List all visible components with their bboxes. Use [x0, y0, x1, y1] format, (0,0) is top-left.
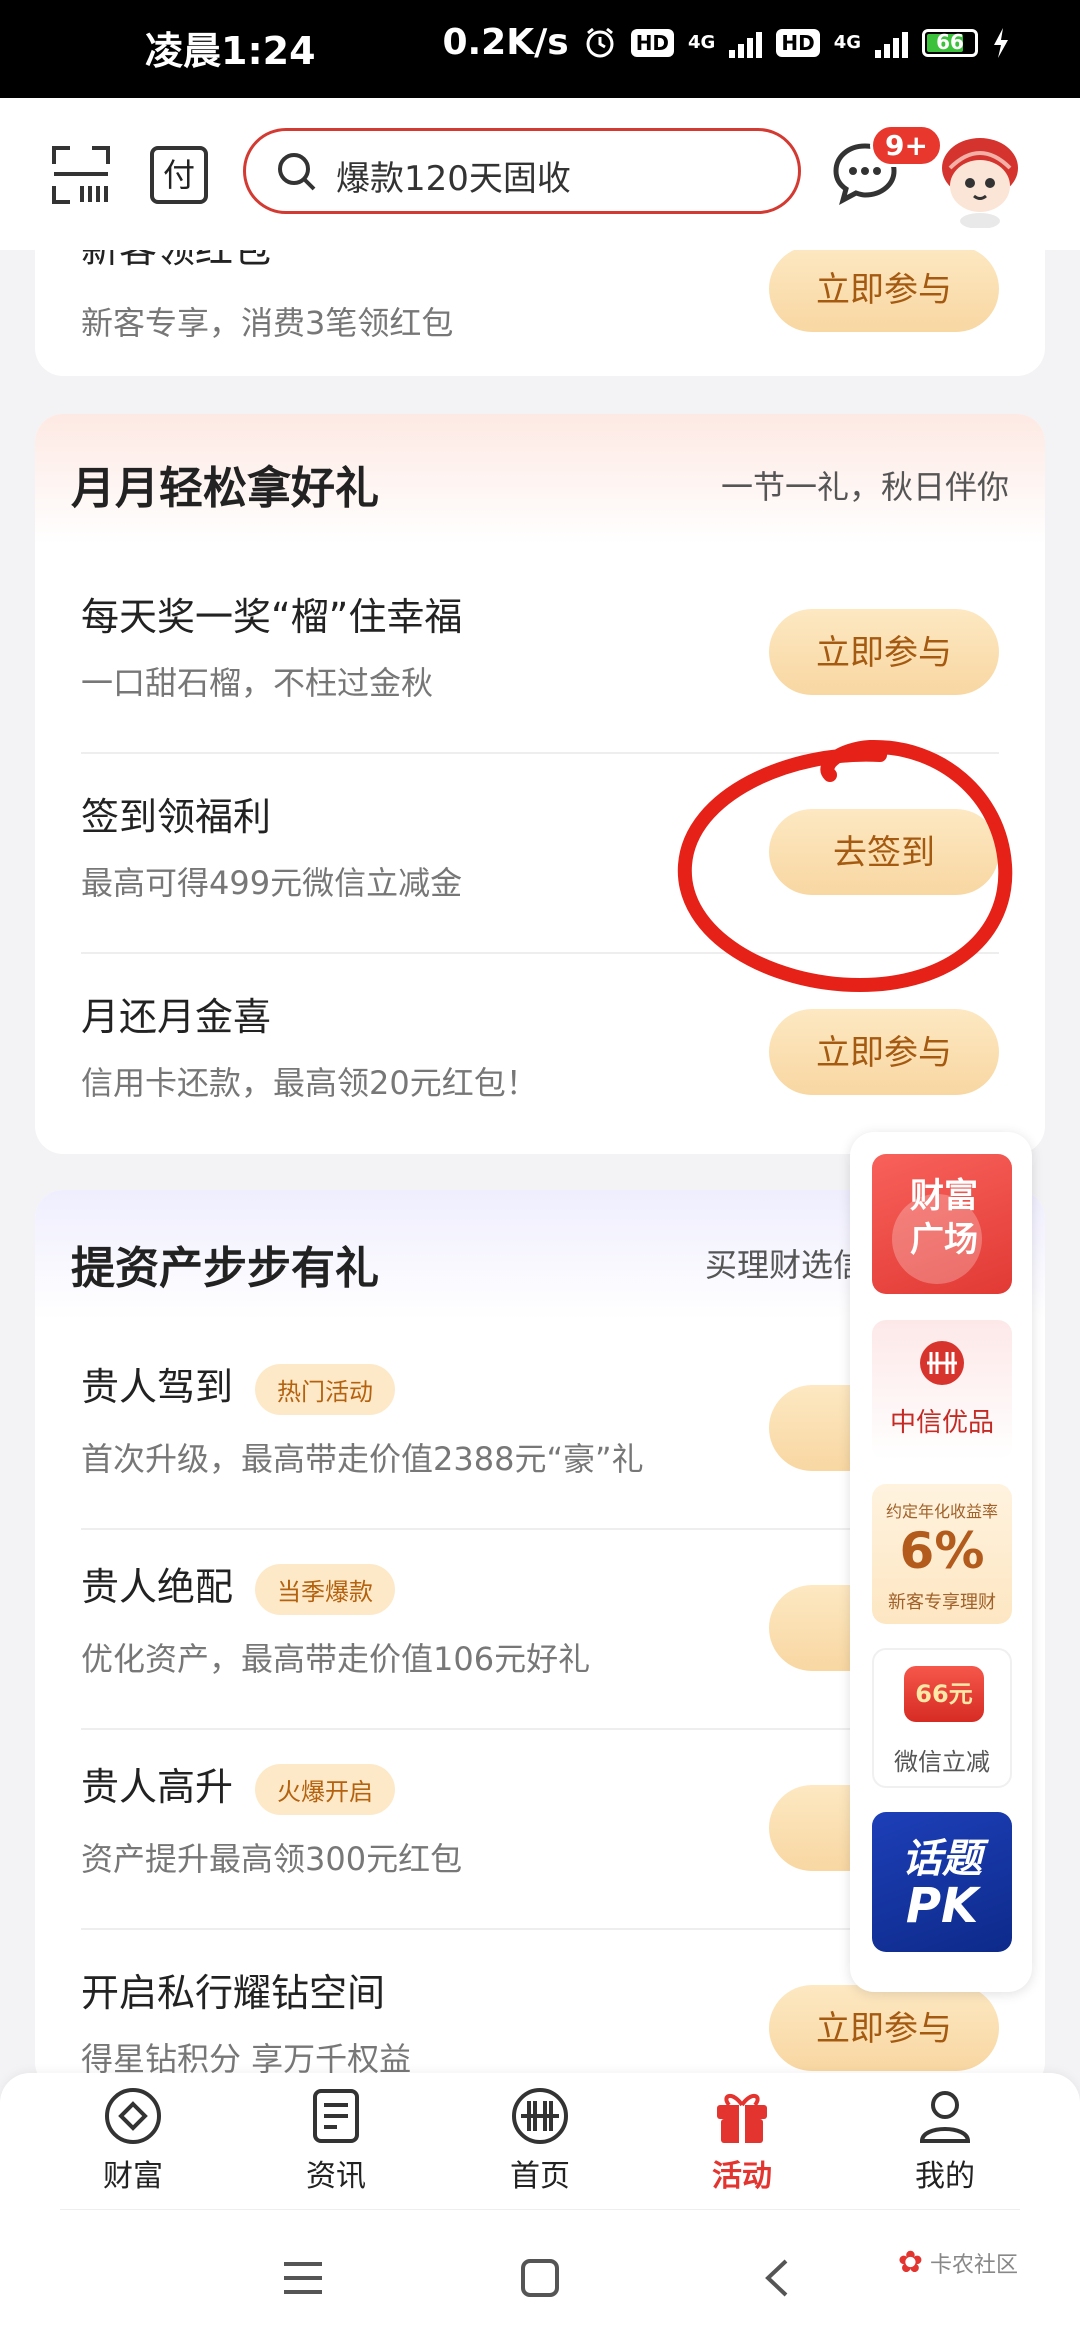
section-title: 月月轻松拿好礼 [71, 463, 379, 514]
wechat-discount-entry[interactable]: 66元 微信立减 [872, 1648, 1012, 1788]
join-button[interactable]: 立即参与 [769, 1009, 999, 1095]
row-subtitle: 一口甜石榴，不枉过金秋 [81, 664, 434, 702]
news-icon [313, 2089, 359, 2143]
list-item[interactable]: 月还月金喜 信用卡还款，最高领20元红包！ 立即参与 [35, 954, 1045, 1154]
wechat-label: 微信立减 [894, 1748, 990, 1776]
hd-icon-2: HD [776, 28, 820, 57]
mascot-avatar[interactable] [930, 128, 1030, 228]
topic-pk-entry[interactable]: 话题 PK [872, 1812, 1012, 1952]
row-title: 开启私行耀钻空间 [81, 1971, 386, 2015]
charging-icon [994, 27, 1008, 58]
wechat-amount: 66元 [915, 1680, 973, 1708]
section-title: 提资产步步有礼 [71, 1243, 379, 1294]
row-title: 签到领福利 [81, 795, 272, 839]
signal-icon [729, 28, 763, 58]
watermark-text: 卡农社区 [929, 2253, 1018, 2278]
search-icon [278, 153, 316, 191]
citic-selection-entry[interactable]: 中信优品 [872, 1320, 1012, 1460]
list-item[interactable]: 每天奖一奖“榴”住幸福 一口甜石榴，不枉过金秋 立即参与 [35, 554, 1045, 754]
hd-icon: HD [630, 28, 675, 57]
sign-in-button[interactable]: 去签到 [769, 809, 999, 895]
pay-code-icon[interactable]: 付 [150, 146, 208, 204]
network-speed: 0.2K/s [442, 22, 569, 63]
tab-label: 活动 [712, 2159, 772, 2194]
row-title: 贵人高升 [81, 1765, 234, 1809]
network-type-2: 4G [833, 32, 861, 53]
pay-code-label: 付 [162, 156, 195, 194]
row-subtitle: 优化资产，最高带走价值106元好礼 [81, 1640, 591, 1678]
tab-wealth[interactable]: 财富 [63, 2085, 203, 2195]
battery-icon: 66 [922, 28, 978, 57]
network-type: 4G [688, 32, 716, 53]
row-subtitle: 资产提升最高领300元红包 [81, 1840, 463, 1878]
tab-activity[interactable]: 活动 [672, 2085, 812, 2195]
monthly-gifts-card: 月月轻松拿好礼 一节一礼，秋日伴你 每天奖一奖“榴”住幸福 一口甜石榴，不枉过金… [35, 414, 1045, 1154]
back-icon[interactable] [762, 2258, 790, 2298]
topic-line2: PK [905, 1878, 979, 1934]
hot-tag: 火爆开启 [255, 1764, 396, 1815]
status-time: 凌晨1:24 [145, 29, 316, 73]
scan-icon[interactable] [52, 146, 110, 204]
row-title: 贵人绝配 [81, 1565, 234, 1609]
row-subtitle: 首次升级，最高带走价值2388元“豪”礼 [81, 1440, 644, 1478]
new-customer-finance-entry[interactable]: 约定年化收益率 6% 新客专享理财 [872, 1484, 1012, 1624]
wealth-plaza-entry[interactable]: 财富 广场 [872, 1154, 1012, 1294]
tab-label: 首页 [510, 2159, 570, 2194]
topic-line1: 话题 [902, 1836, 982, 1882]
rate-value: 6% [899, 1522, 985, 1580]
alarm-icon [586, 27, 614, 57]
home-logo-icon [512, 2088, 568, 2144]
search-bar[interactable]: 爆款120天固收 [243, 128, 801, 214]
signal-icon-2 [875, 28, 908, 58]
row-subtitle: 最高可得499元微信立减金 [81, 864, 463, 902]
wealth-icon [105, 2088, 161, 2144]
bottom-nav: 财富 资讯 首页 活动 我的 [0, 2073, 1080, 2210]
join-button[interactable]: 立即参与 [769, 1985, 999, 2071]
top-header: 付 爆款120天固收 9+ [0, 98, 1080, 250]
community-watermark: ✿ 卡农社区 [898, 2245, 1018, 2280]
tab-label: 我的 [915, 2159, 975, 2194]
tab-news[interactable]: 资讯 [266, 2085, 406, 2195]
list-item[interactable]: 签到领福利 最高可得499元微信立减金 去签到 [35, 754, 1045, 954]
tab-label: 资讯 [306, 2159, 366, 2194]
tab-mine[interactable]: 我的 [875, 2085, 1015, 2195]
section-aside: 买理财选信 [705, 1246, 866, 1284]
hot-tag: 当季爆款 [255, 1564, 396, 1615]
home-square-icon[interactable] [520, 2258, 560, 2298]
row-title: 贵人驾到 [81, 1365, 234, 1409]
rate-top-label: 约定年化收益率 [885, 1502, 998, 1521]
search-placeholder: 爆款120天固收 [336, 159, 571, 199]
hot-tag: 热门活动 [255, 1364, 396, 1415]
gift-icon [717, 2094, 767, 2143]
watermark-logo-icon: ✿ [897, 2245, 923, 2280]
tab-home[interactable]: 首页 [470, 2085, 610, 2195]
row-subtitle: 信用卡还款，最高领20元红包！ [81, 1064, 538, 1102]
person-icon [919, 2091, 971, 2143]
join-button[interactable]: 立即参与 [769, 246, 999, 332]
section-aside: 一节一礼，秋日伴你 [720, 468, 1009, 506]
citic-label: 中信优品 [889, 1408, 994, 1438]
row-title: 每天奖一奖“榴”住幸福 [81, 595, 463, 639]
rate-bottom-label: 新客专享理财 [888, 1592, 996, 1613]
red-envelope-icon: 66元 [904, 1666, 984, 1722]
menu-icon[interactable] [282, 2260, 324, 2296]
status-bar: 凌晨1:24 0.2K/s HD 4G HD 4G 66 [0, 0, 1080, 98]
floating-side-panel: 财富 广场 中信优品 约定年化收益率 6% 新客专享理财 66元 微信立减 话题… [850, 1132, 1032, 1992]
battery-level: 66 [936, 29, 964, 54]
row-subtitle: 新客专享，消费3笔领红包 [81, 304, 454, 342]
citic-logo-icon [920, 1341, 964, 1385]
monthly-header: 月月轻松拿好礼 一节一礼，秋日伴你 [35, 414, 1045, 544]
tab-label: 财富 [103, 2159, 163, 2194]
status-icons: 0.2K/s HD 4G HD 4G 66 [442, 22, 1010, 63]
row-title: 月还月金喜 [81, 995, 272, 1039]
join-button[interactable]: 立即参与 [769, 609, 999, 695]
tap-hand-icon [892, 1194, 982, 1284]
